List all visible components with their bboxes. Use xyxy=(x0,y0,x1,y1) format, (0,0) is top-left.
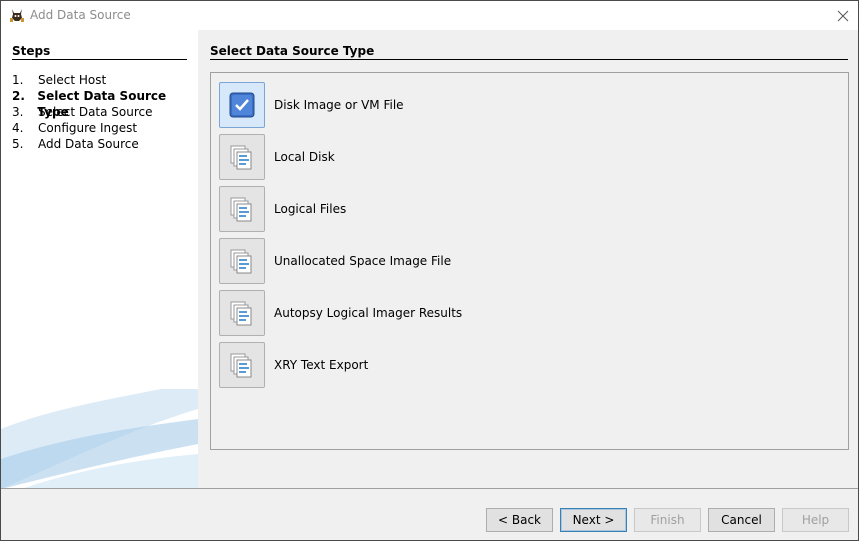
close-icon xyxy=(837,10,849,21)
type-option-unallocated-space: Unallocated Space Image File xyxy=(219,238,451,284)
step-item: 1. Select Host xyxy=(12,72,198,88)
type-option-local-disk: Local Disk xyxy=(219,134,335,180)
autopsy-dog-icon xyxy=(10,9,24,22)
step-number: 5. xyxy=(12,137,24,151)
type-label: Disk Image or VM File xyxy=(274,98,404,112)
main-content: Select Data Source Type Disk Image or VM… xyxy=(198,30,858,489)
type-label: XRY Text Export xyxy=(274,358,369,372)
add-data-source-dialog: Add Data Source Steps 1. Select Host 2. … xyxy=(0,0,859,541)
button-bar: < Back Next > Finish Cancel Help xyxy=(1,488,858,540)
step-number: 2. xyxy=(12,89,25,103)
step-label: Configure Ingest xyxy=(38,121,138,135)
type-label: Local Disk xyxy=(274,150,335,164)
step-item-current: 2. Select Data Source Type xyxy=(12,88,198,119)
window-title: Add Data Source xyxy=(30,8,131,22)
step-label: Select Data Source xyxy=(38,105,153,119)
step-item: 3. Select Data Source xyxy=(12,104,198,120)
step-label: Add Data Source xyxy=(38,137,139,151)
back-button[interactable]: < Back xyxy=(486,508,553,532)
data-source-type-list: Disk Image or VM File Local Disk Logical… xyxy=(210,72,849,450)
xry-export-icon xyxy=(230,353,252,378)
step-label: Select Host xyxy=(38,73,107,87)
type-label: Unallocated Space Image File xyxy=(274,254,452,268)
close-button[interactable] xyxy=(828,1,858,30)
unallocated-space-button[interactable] xyxy=(219,238,265,284)
logical-files-button[interactable] xyxy=(219,186,265,232)
steps-list: 1. Select Host 2. Select Data Source Typ… xyxy=(12,72,198,152)
logical-imager-button[interactable] xyxy=(219,290,265,336)
local-disk-icon xyxy=(230,145,252,170)
steps-panel: Steps 1. Select Host 2. Select Data Sour… xyxy=(1,30,198,489)
local-disk-button[interactable] xyxy=(219,134,265,180)
step-item: 4. Configure Ingest xyxy=(12,120,198,136)
type-option-logical-imager: Autopsy Logical Imager Results xyxy=(219,290,462,336)
step-number: 3. xyxy=(12,105,24,119)
xry-export-button[interactable] xyxy=(219,342,265,388)
step-label: Select Data Source Type xyxy=(37,89,167,119)
step-item: 5. Add Data Source xyxy=(12,136,198,152)
decorative-swoosh xyxy=(1,389,198,489)
help-button[interactable]: Help xyxy=(782,508,849,532)
title-bar: Add Data Source xyxy=(1,1,858,30)
type-option-logical-files: Logical Files xyxy=(219,186,346,232)
step-number: 4. xyxy=(12,121,24,135)
type-label: Logical Files xyxy=(274,202,347,216)
logical-imager-icon xyxy=(230,301,252,326)
finish-button[interactable]: Finish xyxy=(634,508,701,532)
type-option-xry-export: XRY Text Export xyxy=(219,342,368,388)
unallocated-space-icon xyxy=(230,249,252,274)
cancel-button[interactable]: Cancel xyxy=(708,508,775,532)
disk-image-icon xyxy=(229,92,255,118)
type-label: Autopsy Logical Imager Results xyxy=(274,306,463,320)
page-title: Select Data Source Type xyxy=(210,44,848,60)
step-number: 1. xyxy=(12,73,24,87)
type-option-disk-image: Disk Image or VM File xyxy=(219,82,404,128)
steps-heading: Steps xyxy=(12,44,187,60)
next-button[interactable]: Next > xyxy=(560,508,627,532)
disk-image-button[interactable] xyxy=(219,82,265,128)
logical-files-icon xyxy=(230,197,252,222)
